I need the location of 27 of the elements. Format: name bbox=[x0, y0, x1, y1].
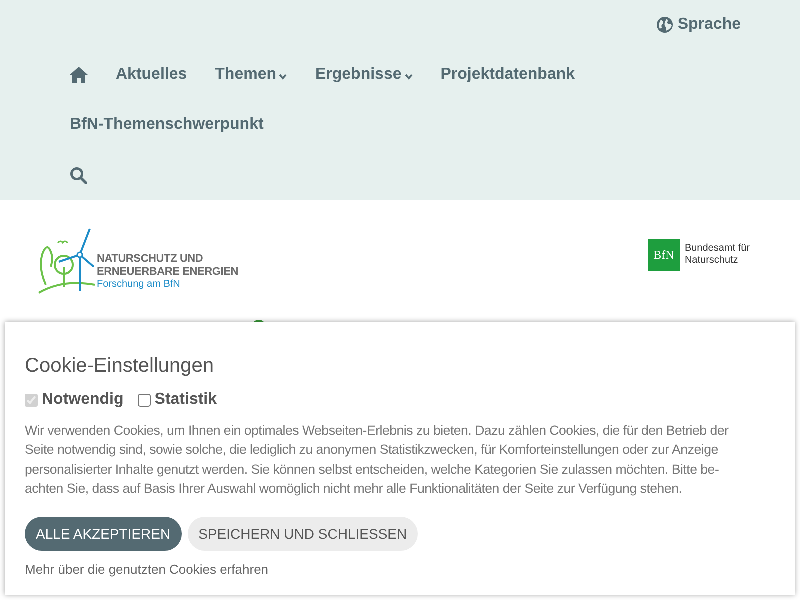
save-button[interactable]: SPEICHERN UND SCHLIESSEN bbox=[188, 517, 418, 552]
home-icon bbox=[70, 67, 88, 83]
logo-text: NATURSCHUTZ UND bbox=[97, 253, 204, 266]
search-icon bbox=[70, 166, 87, 184]
consent-text: Wir verwenden Cookies, um Ihnen ein optimales Webseiten-Erlebnis zu bieten. Dazu zählen Cookies, die für den Betrieb der Seite notwendig sind, sowie solche, die lediglich zu anonymen Statistikzwecken, für Komforteinstellungen oder zur Anzeige personalisierter Inhalte genutzt werden. Sie können selbst entscheiden, welche Kategorien Sie zulassen möchten. Bitte be- achten Sie, dass auf Basis Ihrer Auswahl womöglich nicht mehr alle Funktionalitäten der Seite zur Verfügung stehen. bbox=[25, 422, 730, 498]
agency-logo-mark: BfN bbox=[648, 239, 680, 271]
agency-name: Naturschutz bbox=[684, 255, 740, 267]
chevron-icon bbox=[279, 74, 288, 80]
nav-menu[interactable]: Themen bbox=[215, 66, 288, 84]
nav-menu[interactable]: Ergebnisse bbox=[315, 66, 413, 84]
dialog-title: Cookie-Einstellungen bbox=[25, 355, 216, 378]
nav-link[interactable]: BfN-Themenschwerpunkt bbox=[70, 116, 264, 134]
agency-name: Bundesamt für bbox=[684, 243, 750, 255]
checkbox[interactable] bbox=[138, 394, 151, 406]
accept-all-button[interactable]: ALLE AKZEPTIEREN bbox=[25, 517, 182, 552]
search-button[interactable] bbox=[70, 166, 87, 184]
home-link[interactable] bbox=[70, 67, 88, 83]
nav-link[interactable]: Aktuelles bbox=[116, 66, 188, 84]
language-link[interactable]: Sprache bbox=[656, 12, 741, 38]
more-info-link[interactable]: Mehr über die genutzten Cookies erfahren bbox=[25, 562, 269, 578]
nav-link[interactable]: Projektdatenbank bbox=[440, 66, 576, 84]
logo-text: ERNEUERBARE ENERGIEN bbox=[97, 266, 238, 279]
chevron-icon bbox=[404, 74, 413, 80]
checkbox-label[interactable]: Statistik bbox=[154, 391, 218, 409]
logo-tagline: Forschung am BfN bbox=[97, 279, 182, 291]
globe-icon bbox=[656, 17, 673, 33]
wind-turbine-tree-drawing bbox=[38, 227, 96, 295]
